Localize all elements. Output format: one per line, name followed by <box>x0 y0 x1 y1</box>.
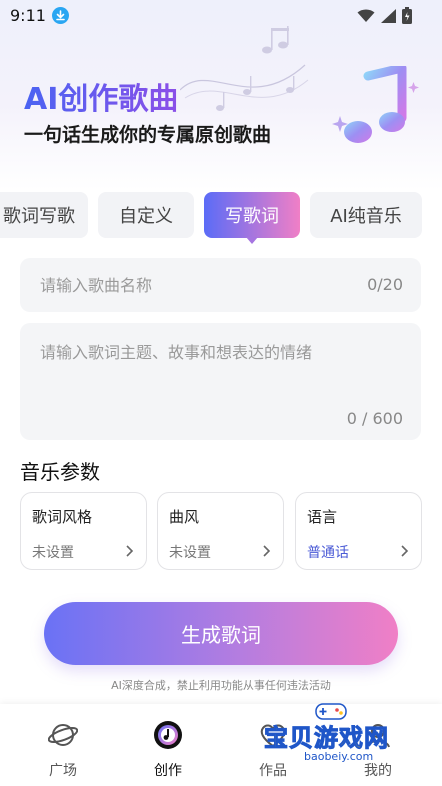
disclaimer-text: AI深度合成，禁止利用功能从事任何违法活动 <box>111 679 331 692</box>
lyrics-input[interactable] <box>40 339 405 399</box>
music-disc-icon <box>153 720 183 750</box>
watermark-text: 宝贝游戏网 <box>264 724 389 753</box>
param-label: 语言 <box>307 508 338 526</box>
param-language[interactable]: 语言 普通话 <box>295 492 422 570</box>
generate-lyrics-button[interactable]: 生成歌词 <box>44 602 398 665</box>
music-note-icon <box>332 63 422 156</box>
watermark: 宝贝游戏网 baobeiy.com <box>256 700 416 772</box>
tab-label: 写歌词 <box>225 206 279 227</box>
hero-title: AI创作歌曲 <box>24 74 178 118</box>
song-name-field: 0/20 <box>20 258 421 312</box>
tab-write-lyrics[interactable]: 写歌词 <box>204 192 300 238</box>
param-value: 未设置 <box>32 545 74 561</box>
param-label: 曲风 <box>169 508 200 526</box>
tab-ai-instrumental[interactable]: AI纯音乐 <box>310 192 422 238</box>
chevron-right-icon <box>124 543 134 557</box>
song-name-input[interactable] <box>40 258 340 312</box>
tab-label: 自定义 <box>119 206 173 227</box>
active-tab-pointer <box>246 237 258 244</box>
chevron-right-icon <box>261 543 271 557</box>
wifi-icon <box>357 8 375 27</box>
song-name-counter: 0/20 <box>367 275 403 294</box>
param-music-genre[interactable]: 曲风 未设置 <box>157 492 284 570</box>
download-icon <box>52 7 69 24</box>
tab-label: 歌词写歌 <box>3 206 75 227</box>
param-label: 歌词风格 <box>32 508 93 526</box>
nav-item-plaza[interactable]: 广场 <box>8 704 118 786</box>
battery-icon <box>402 7 412 28</box>
generate-button-label: 生成歌词 <box>181 623 261 647</box>
param-lyrics-style[interactable]: 歌词风格 未设置 <box>20 492 147 570</box>
tab-lyrics-to-song[interactable]: 歌词写歌 <box>0 192 88 238</box>
planet-icon <box>47 720 79 750</box>
nav-label: 广场 <box>49 763 77 779</box>
chevron-right-icon <box>399 543 409 557</box>
tab-custom[interactable]: 自定义 <box>98 192 194 238</box>
nav-label: 创作 <box>154 763 182 779</box>
signal-icon <box>381 8 396 27</box>
lyrics-counter: 0 / 600 <box>346 409 403 428</box>
status-time: 9:11 <box>10 6 46 25</box>
param-value: 未设置 <box>169 545 211 561</box>
music-params-title: 音乐参数 <box>20 460 100 484</box>
watermark-url: baobeiy.com <box>302 750 376 763</box>
floating-notes-icon <box>179 20 310 130</box>
hero-subtitle: 一句话生成你的专属原创歌曲 <box>24 124 272 146</box>
nav-item-create[interactable]: 创作 <box>113 704 223 786</box>
lyrics-field: 0 / 600 <box>20 323 421 440</box>
param-value: 普通话 <box>307 545 349 561</box>
tab-label: AI纯音乐 <box>330 206 402 227</box>
